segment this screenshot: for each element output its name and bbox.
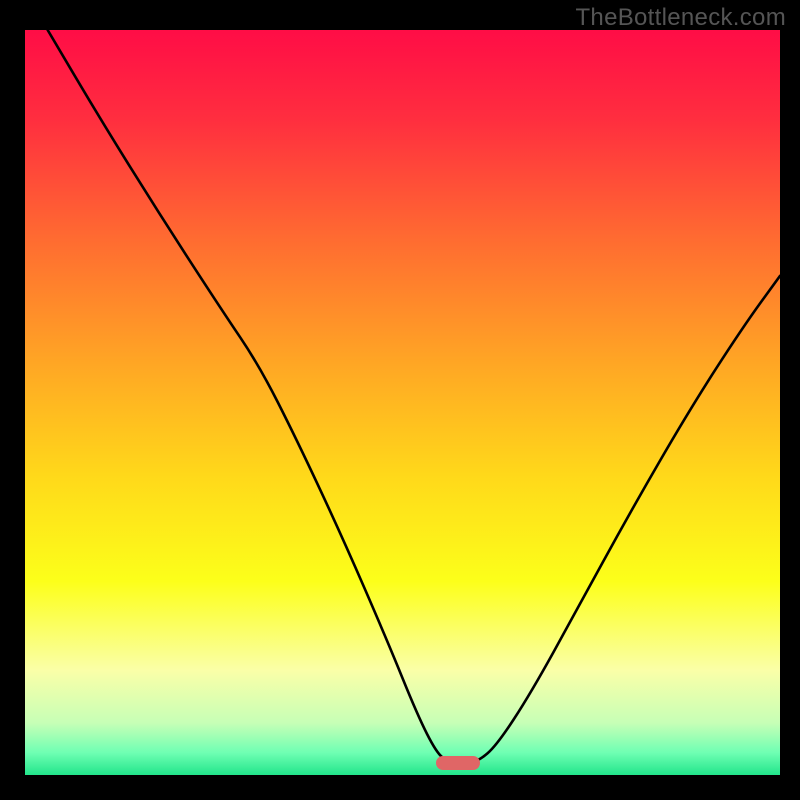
- chart-frame: TheBottleneck.com: [0, 0, 800, 800]
- plot-area: [25, 30, 780, 775]
- watermark-label: TheBottleneck.com: [575, 4, 786, 32]
- optimal-marker: [436, 756, 480, 770]
- bottleneck-curve: [25, 30, 780, 775]
